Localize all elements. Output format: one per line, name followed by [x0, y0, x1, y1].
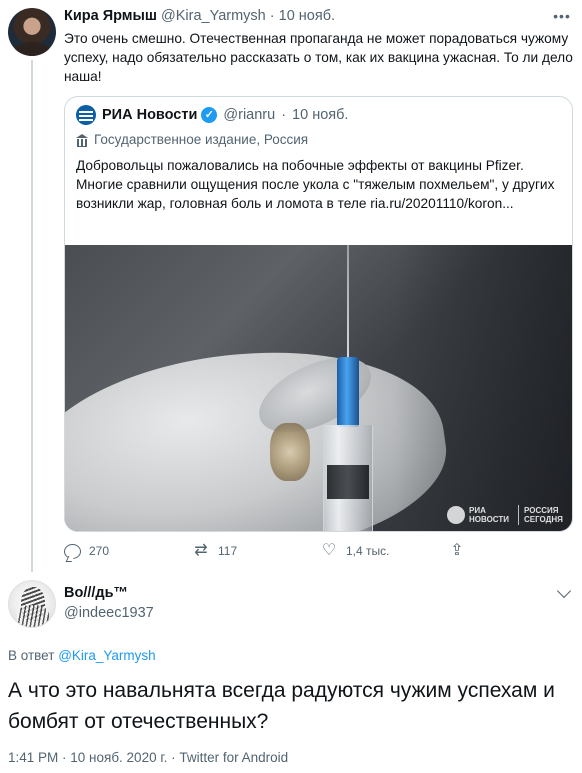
quoted-author-name: РИА Новости [102, 107, 198, 123]
reply-prefix: В ответ [8, 648, 55, 663]
watermark-right: РОССИЯ СЕГОДНЯ [524, 506, 563, 524]
tweet-text: Это очень смешно. Отечественная пропаган… [64, 31, 573, 84]
watermark-divider [518, 505, 519, 525]
like-button[interactable]: ♡ 1,4 тыс. [320, 541, 448, 561]
retweet-button[interactable]: ⇄ 117 [192, 541, 320, 561]
quoted-author-handle: @rianru [223, 107, 276, 123]
watermark-left: РИА НОВОСТИ [469, 506, 510, 524]
avatar-shoulders [14, 42, 50, 56]
share-button[interactable]: ⇪ [448, 541, 488, 561]
ria-avatar [76, 105, 96, 125]
tweet-photo[interactable]: РИА НОВОСТИ РОССИЯ СЕГОДНЯ [65, 245, 572, 531]
photo-liquid [327, 465, 369, 499]
reply-button[interactable]: 270 [64, 541, 192, 561]
reply-context: В ответ @Kira_Yarmysh [8, 648, 156, 663]
separator: · [281, 107, 287, 123]
retweet-count: 117 [218, 544, 238, 558]
thread-line [31, 60, 33, 572]
author-name[interactable]: Во///дь™ [64, 585, 128, 601]
photo-needle [347, 245, 349, 363]
watermark-logo [447, 506, 465, 524]
photo-needle-hub [337, 357, 359, 427]
tweet-header: Кира Ярмыш @Kira_Yarmysh · 10 нояб. [64, 8, 335, 24]
government-icon [76, 133, 88, 147]
government-label[interactable]: Государственное издание, Россия [76, 132, 308, 147]
quoted-tweet-text: Добровольцы пожаловались на побочные эфф… [76, 158, 555, 211]
heart-icon: ♡ [321, 542, 337, 559]
tweet-reply: Во///дь™ @indeec1937 В ответ @Kira_Yarmy… [0, 572, 582, 773]
tweet-timestamp[interactable]: 1:41 PM · 10 нояб. 2020 г. · Twitter for… [8, 750, 288, 765]
avatar[interactable] [8, 8, 56, 56]
reply-icon [64, 543, 81, 559]
quoted-tweet-header: РИА Новости ✓ @rianru · 10 нояб. [76, 105, 348, 125]
avatar-beard [17, 605, 49, 627]
author-handle[interactable]: @indeec1937 [64, 605, 154, 621]
retweet-icon: ⇄ [194, 542, 208, 559]
photo-watermark: РИА НОВОСТИ РОССИЯ СЕГОДНЯ [447, 505, 568, 525]
like-count: 1,4 тыс. [346, 544, 390, 558]
quoted-tweet-date: 10 нояб. [292, 107, 349, 123]
separator: · [269, 8, 275, 24]
tweet-text: А что это навальнята всегда радуются чуж… [8, 679, 555, 733]
more-icon[interactable]: ••• [552, 8, 572, 24]
photo-shadow [395, 245, 572, 531]
government-label-text: Государственное издание, Россия [94, 132, 309, 147]
tweet-actions: 270 ⇄ 117 ♡ 1,4 тыс. ⇪ [64, 541, 494, 561]
verified-icon: ✓ [201, 107, 218, 123]
reply-count: 270 [89, 544, 110, 558]
tweet-date[interactable]: 10 нояб. [279, 8, 335, 24]
quoted-tweet[interactable]: РИА Новости ✓ @rianru · 10 нояб. Государ… [64, 96, 573, 532]
avatar[interactable] [8, 580, 56, 628]
reply-handle-link[interactable]: @Kira_Yarmysh [58, 648, 155, 663]
author-name[interactable]: Кира Ярмыш [64, 8, 157, 24]
photo-ring [270, 423, 310, 481]
chevron-down-icon[interactable] [556, 583, 572, 599]
share-icon: ⇪ [450, 542, 464, 559]
author-handle[interactable]: @Kira_Yarmysh [161, 8, 266, 24]
tweet-original[interactable]: Кира Ярмыш @Kira_Yarmysh · 10 нояб. ••• … [0, 0, 582, 572]
